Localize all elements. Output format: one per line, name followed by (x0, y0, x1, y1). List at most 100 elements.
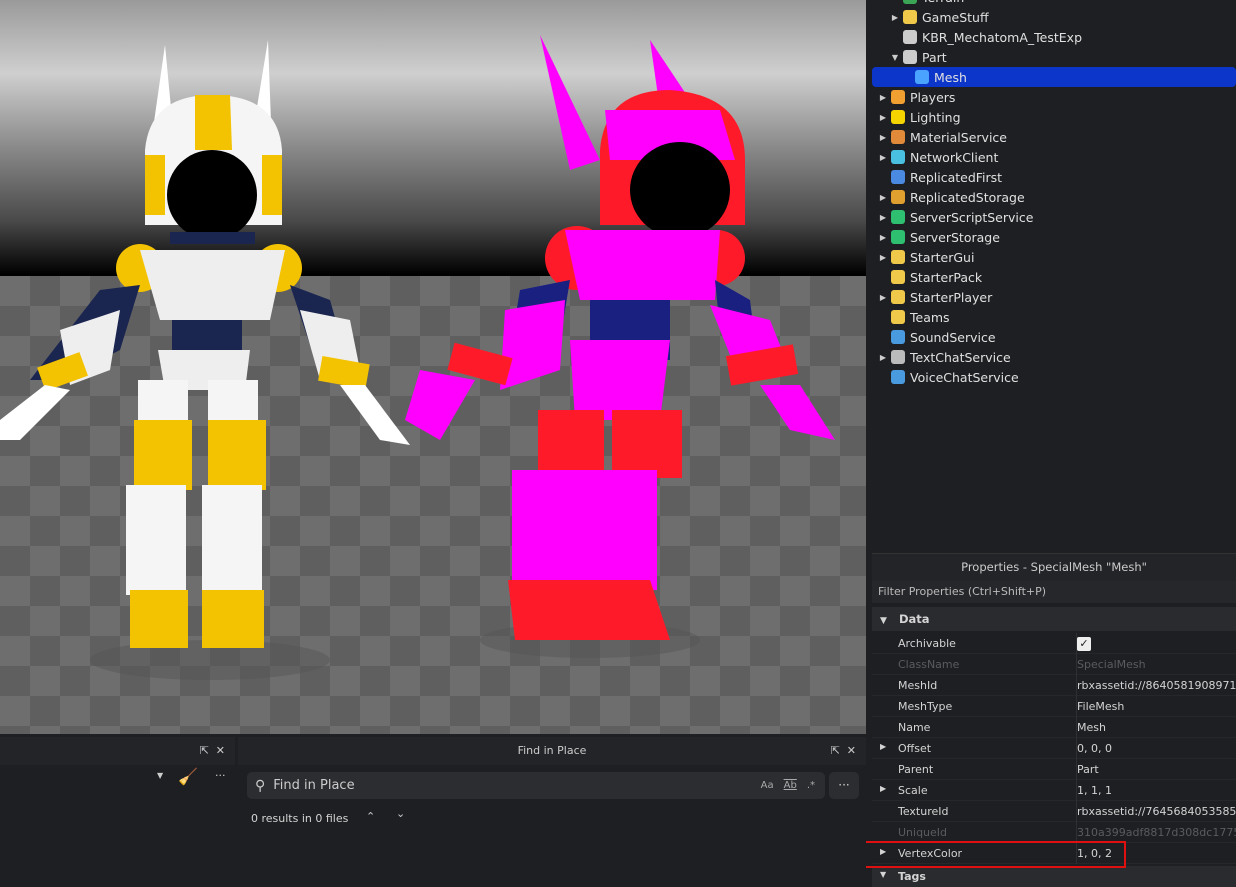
highlight-box (864, 841, 1126, 868)
3d-viewport[interactable] (0, 0, 866, 734)
white-yellow-robot[interactable] (0, 40, 410, 680)
explorer-item[interactable]: KBR_MechatomA_TestExp (872, 27, 1236, 47)
find-search-input[interactable]: ⚲ Find in Place Aa Ab .* (247, 772, 825, 799)
property-value[interactable]: rbxassetid://86405819089714 (1077, 679, 1236, 692)
property-row[interactable]: ClassName SpecialMesh (872, 653, 1236, 675)
expand-arrow-icon[interactable]: ▶ (878, 353, 888, 362)
explorer-item-label: ReplicatedFirst (910, 169, 1003, 185)
close-icon[interactable]: ✕ (216, 744, 225, 757)
property-row[interactable]: Parent Part (872, 758, 1236, 780)
property-row[interactable]: UniqueId 310a399adf8817d308dc1775000 (872, 821, 1236, 843)
explorer-item[interactable]: ▶ Players (872, 87, 1236, 107)
explorer-item[interactable]: ▼ Part (872, 47, 1236, 67)
soundservice-icon (891, 330, 905, 344)
expand-arrow-icon[interactable]: ▶ (878, 253, 888, 262)
expand-arrow-icon[interactable]: ▶ (890, 13, 900, 22)
property-value[interactable]: SpecialMesh (1077, 658, 1146, 671)
expand-arrow-icon[interactable]: ▶ (878, 153, 888, 162)
property-name: Parent (898, 762, 934, 776)
expand-arrow-icon[interactable]: ▶ (878, 133, 888, 142)
filter-properties-input[interactable]: Filter Properties (Ctrl+Shift+P) (872, 581, 1236, 603)
gamestuff-icon (903, 10, 917, 24)
explorer-item[interactable]: VoiceChatService (872, 367, 1236, 387)
property-row[interactable]: Archivable ✓ (872, 632, 1236, 654)
expand-arrow-icon[interactable]: ▼ (890, 53, 900, 62)
property-name: Offset (898, 741, 932, 755)
undock-icon[interactable]: ⇱ (200, 744, 209, 757)
expand-arrow-icon[interactable]: ▶ (878, 193, 888, 202)
part-icon (903, 50, 917, 64)
next-result-icon[interactable]: ⌄ (396, 807, 405, 820)
explorer-item[interactable]: ▶ Lighting (872, 107, 1236, 127)
whole-word-toggle[interactable]: Ab (784, 780, 797, 791)
property-row[interactable]: ▶ Offset 0, 0, 0 (872, 737, 1236, 759)
more-button[interactable]: ··· (829, 772, 859, 799)
collapse-triangle-icon: ▼ (880, 870, 887, 879)
explorer-item[interactable]: ▶ GameStuff (872, 7, 1236, 27)
previous-result-icon[interactable]: ⌃ (366, 810, 375, 823)
close-icon[interactable]: ✕ (847, 744, 856, 757)
expand-arrow-icon[interactable]: ▶ (880, 784, 886, 793)
property-row[interactable]: ▶ Scale 1, 1, 1 (872, 779, 1236, 801)
expand-arrow-icon[interactable]: ▶ (878, 293, 888, 302)
explorer-item[interactable]: StarterPack (872, 267, 1236, 287)
explorer-item[interactable]: ▶ TextChatService (872, 347, 1236, 367)
expand-arrow-icon[interactable]: ▶ (878, 93, 888, 102)
magenta-red-robot[interactable] (405, 35, 835, 658)
results-count: 0 results in 0 files (251, 812, 349, 825)
explorer-item[interactable]: ▶ StarterGui (872, 247, 1236, 267)
property-value[interactable]: Mesh (1077, 721, 1106, 734)
match-case-toggle[interactable]: Aa (761, 780, 774, 791)
explorer-item[interactable]: Terrain (872, 0, 1236, 7)
property-name: MeshType (898, 699, 953, 713)
property-name: MeshId (898, 678, 938, 692)
expand-arrow-icon[interactable]: ▶ (878, 113, 888, 122)
property-value[interactable]: 1, 1, 1 (1077, 784, 1112, 797)
explorer-item-label: ReplicatedStorage (910, 189, 1025, 205)
more-button[interactable]: ··· (215, 769, 226, 782)
regex-toggle[interactable]: .* (807, 780, 815, 791)
property-row[interactable]: MeshId rbxassetid://86405819089714 (872, 674, 1236, 696)
section-data[interactable]: ▼ Data (872, 607, 1236, 631)
starterpack-icon (891, 270, 905, 284)
explorer-item-label: Teams (910, 309, 950, 325)
property-row[interactable]: TextureId rbxassetid://76456840535850 (872, 800, 1236, 822)
explorer-item[interactable]: ReplicatedFirst (872, 167, 1236, 187)
properties-title: Properties - SpecialMesh "Mesh" (872, 554, 1236, 581)
property-value[interactable]: FileMesh (1077, 700, 1124, 713)
explorer-item[interactable]: ▶ ServerScriptService (872, 207, 1236, 227)
explorer-item-label: StarterPack (910, 269, 983, 285)
explorer-item[interactable]: ▶ ServerStorage (872, 227, 1236, 247)
property-name: Archivable (898, 636, 956, 650)
explorer-item[interactable]: ▶ StarterPlayer (872, 287, 1236, 307)
expand-arrow-icon[interactable]: ▶ (878, 213, 888, 222)
archivable-checkbox[interactable]: ✓ (1077, 636, 1091, 651)
explorer-item[interactable]: Mesh (872, 67, 1236, 87)
expand-arrow-icon[interactable]: ▶ (878, 233, 888, 242)
clear-broom-icon[interactable]: 🧹 (178, 767, 198, 786)
explorer-item[interactable]: ▶ NetworkClient (872, 147, 1236, 167)
explorer-item[interactable]: ▶ ReplicatedStorage (872, 187, 1236, 207)
explorer-item[interactable]: ▶ MaterialService (872, 127, 1236, 147)
explorer-item[interactable]: SoundService (872, 327, 1236, 347)
property-name: ClassName (898, 657, 960, 671)
expand-arrow-icon[interactable]: ▶ (880, 742, 886, 751)
property-row[interactable]: MeshType FileMesh (872, 695, 1236, 717)
explorer-item-label: Lighting (910, 109, 961, 125)
undock-icon[interactable]: ⇱ (831, 744, 840, 757)
mesh-icon (915, 70, 929, 84)
players-icon (891, 90, 905, 104)
property-row[interactable]: Name Mesh (872, 716, 1236, 738)
terrain-icon (903, 0, 917, 4)
property-value[interactable]: 0, 0, 0 (1077, 742, 1112, 755)
section-tags[interactable]: ▼ Tags (872, 866, 1236, 887)
property-value[interactable]: 310a399adf8817d308dc1775000 (1077, 826, 1236, 839)
explorer-item-label: StarterGui (910, 249, 975, 265)
dropdown-icon[interactable]: ▼ (157, 771, 163, 780)
explorer-item[interactable]: Teams (872, 307, 1236, 327)
property-value[interactable]: rbxassetid://76456840535850 (1077, 805, 1236, 818)
serverscriptservice-icon (891, 210, 905, 224)
lighting-icon (891, 110, 905, 124)
property-value[interactable]: Part (1077, 763, 1099, 776)
explorer-item-label: KBR_MechatomA_TestExp (922, 29, 1083, 45)
